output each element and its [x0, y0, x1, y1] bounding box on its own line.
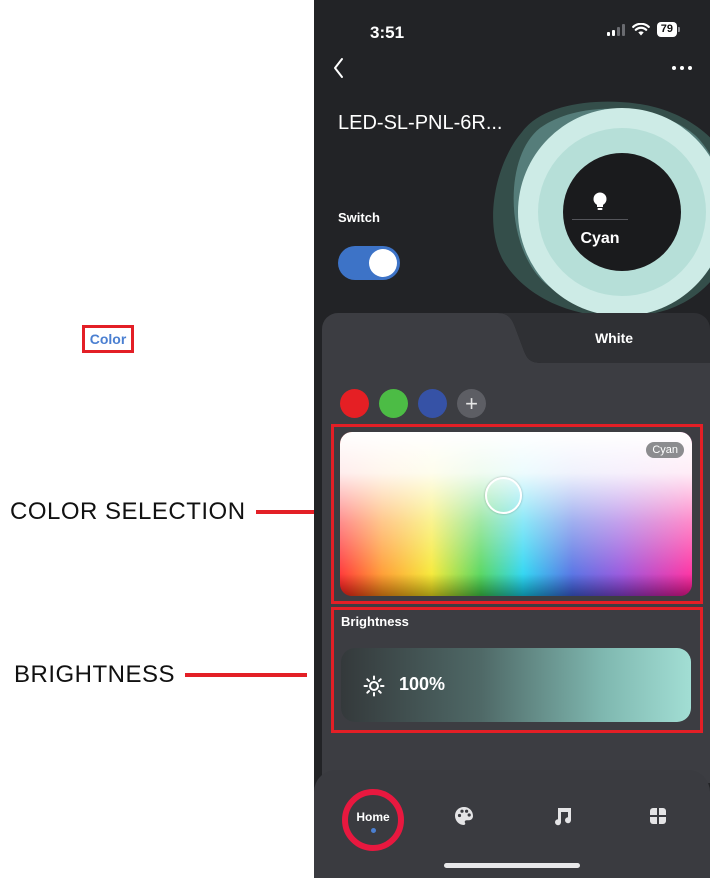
status-bar: 3:51 79 [314, 0, 710, 60]
palette-icon[interactable] [454, 806, 474, 826]
lightbulb-icon [593, 192, 607, 210]
brightness-label: Brightness [341, 614, 409, 629]
brightness-value: 100% [399, 674, 446, 694]
signal-icon [606, 23, 625, 36]
add-swatch-button[interactable]: + [457, 389, 486, 418]
color-picker[interactable]: Cyan [340, 432, 692, 596]
color-selection-callout-label: COLOR SELECTION [10, 498, 246, 525]
power-toggle[interactable] [338, 246, 400, 280]
swatch-red[interactable] [340, 389, 369, 418]
brightness-slider[interactable]: 100% [341, 648, 691, 722]
brightness-callout: BRIGHTNESS [14, 661, 308, 689]
plus-icon: + [465, 390, 478, 416]
sun-icon [363, 675, 385, 697]
brightness-callout-line [185, 673, 308, 677]
switch-label: Switch [338, 210, 380, 225]
nav-home-label: Home [356, 809, 390, 824]
picker-cursor[interactable] [485, 477, 522, 514]
brightness-callout-label: BRIGHTNESS [14, 661, 176, 688]
home-indicator [444, 863, 580, 868]
status-icons: 79 [606, 22, 680, 37]
music-icon[interactable] [554, 806, 574, 826]
device-name: LED-SL-PNL-6R... [338, 112, 503, 134]
color-selection-callout: COLOR SELECTION [10, 498, 318, 526]
selected-color-badge: Cyan [646, 442, 684, 458]
status-time: 3:51 [370, 23, 405, 42]
swatch-green[interactable] [379, 389, 408, 418]
battery-icon: 79 [656, 22, 680, 37]
nav-home[interactable]: Home [342, 789, 404, 851]
back-chevron-icon[interactable] [326, 54, 352, 82]
dial-center: Cyan [542, 162, 658, 278]
dial-color-name: Cyan [580, 230, 620, 247]
tab-white[interactable]: White [564, 330, 664, 346]
color-selection-callout-line [255, 510, 318, 514]
color-swatches: + [340, 389, 486, 418]
swatch-blue[interactable] [418, 389, 447, 418]
bottom-nav: Home [314, 770, 710, 878]
toggle-knob [369, 249, 397, 277]
scenes-icon[interactable] [648, 806, 668, 826]
dial-divider [572, 219, 628, 220]
more-options-button[interactable] [664, 58, 700, 78]
tab-color[interactable]: Color [82, 325, 134, 353]
tab-color-label: Color [89, 331, 127, 347]
wifi-icon [631, 23, 650, 36]
active-indicator-dot [370, 827, 376, 833]
battery-level: 79 [656, 22, 677, 37]
